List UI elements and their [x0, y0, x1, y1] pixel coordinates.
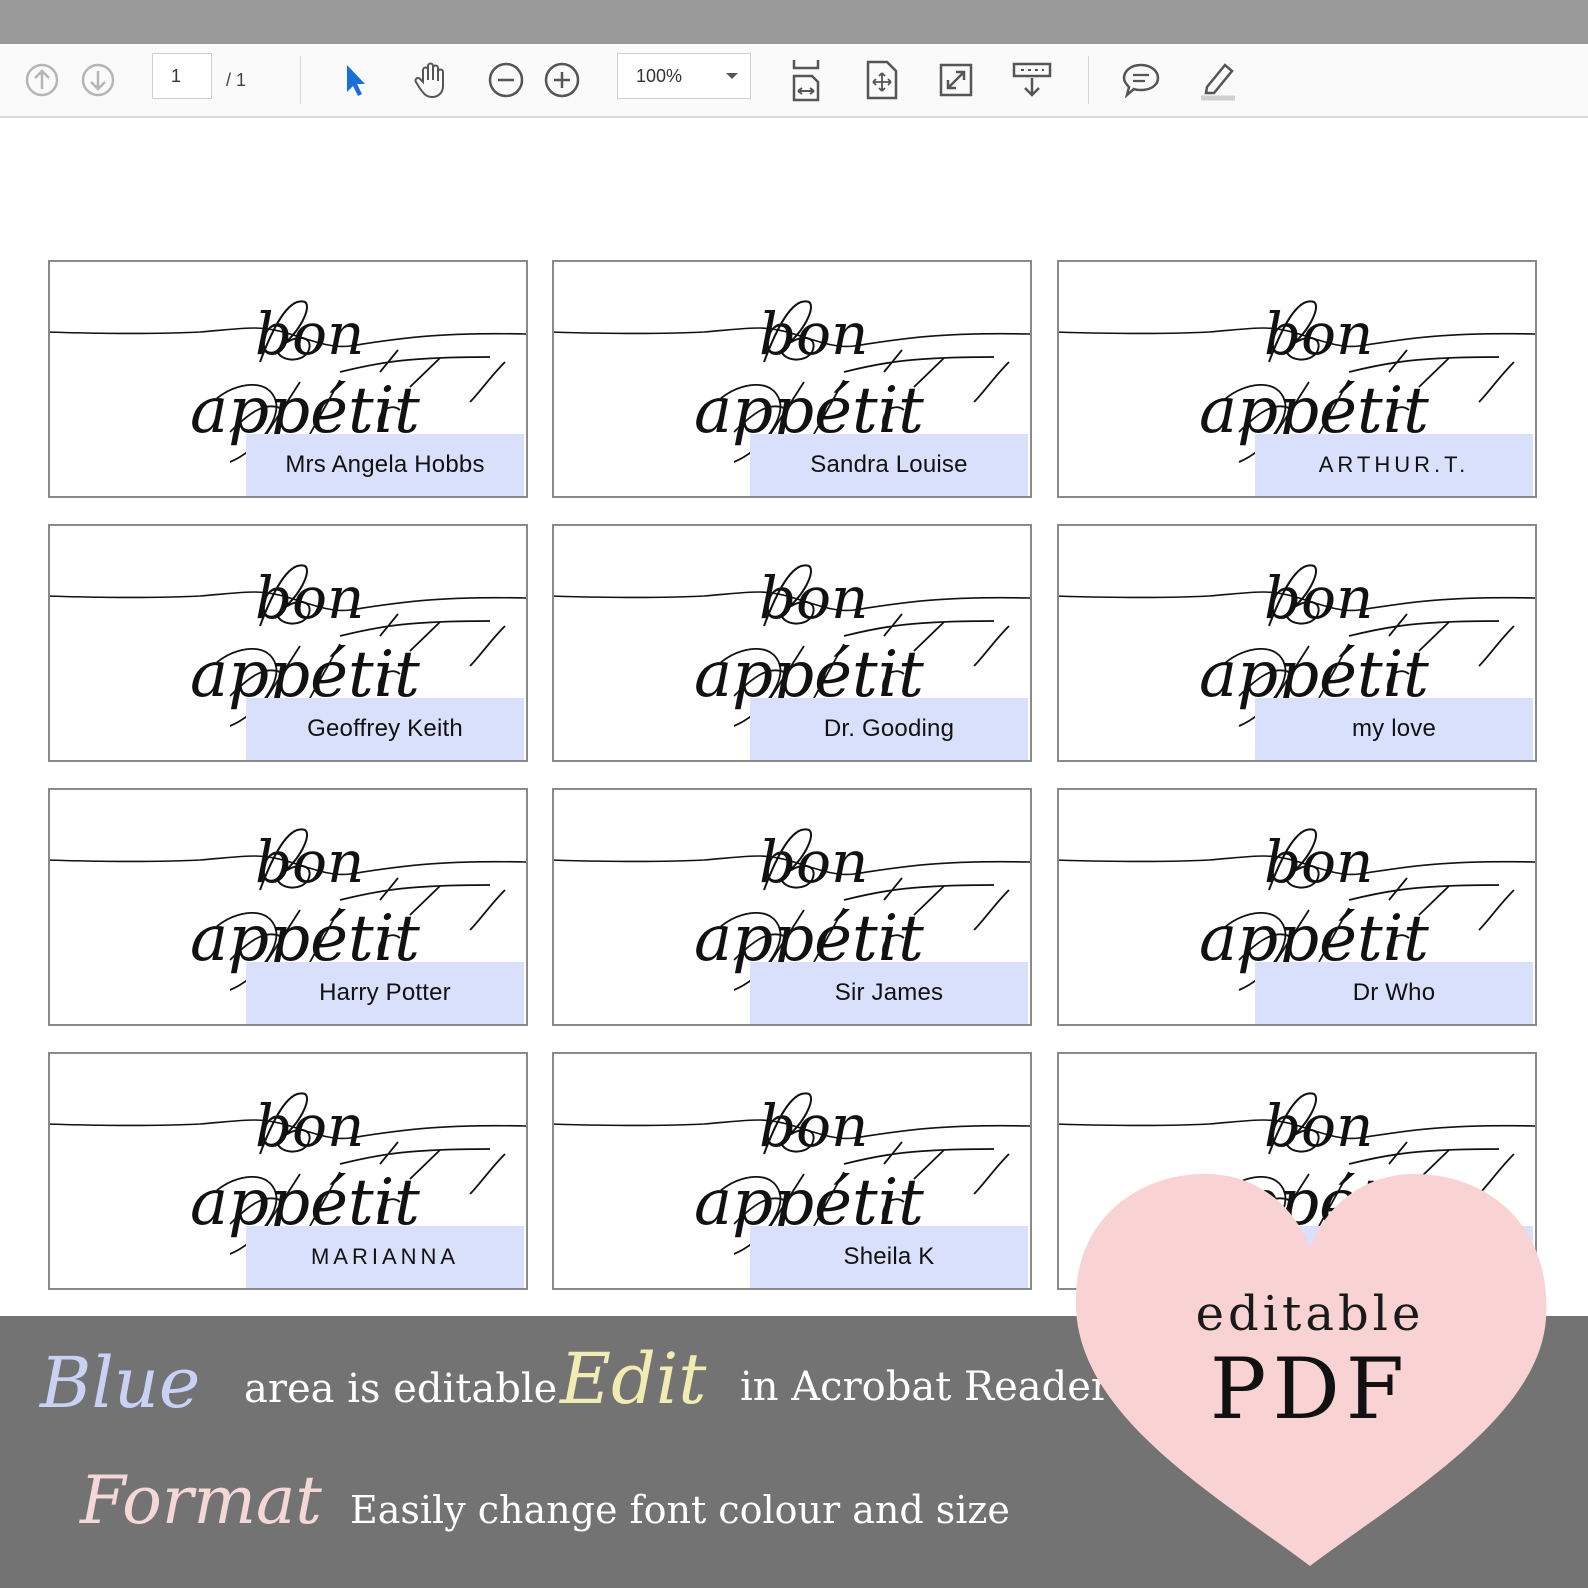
place-card: bon appétit Dr. Gooding: [552, 524, 1032, 762]
select-cursor-icon[interactable]: [338, 44, 374, 116]
place-card: bon appétit Dr Who: [1057, 788, 1537, 1026]
bon-text: bon: [759, 828, 868, 896]
toolbar-divider: [300, 56, 301, 104]
scroll-mode-icon[interactable]: [786, 44, 826, 116]
zoom-select[interactable]: 100%: [617, 53, 751, 99]
place-card: bon appétit my love: [1057, 524, 1537, 762]
place-card: bon appétit Mrs Angela Hobbs: [48, 260, 528, 498]
editable-name-field[interactable]: Sir James: [750, 962, 1028, 1024]
editable-name-field[interactable]: Sandra Louise: [750, 434, 1028, 496]
editable-name-field[interactable]: my love: [1255, 698, 1533, 760]
page-number-input[interactable]: 1: [152, 53, 212, 99]
place-card: bon appétit MARIANNA: [48, 1052, 528, 1290]
bon-text: bon: [255, 1092, 364, 1160]
bon-text: bon: [759, 300, 868, 368]
place-card: bon appétit ARTHUR.T.: [1057, 260, 1537, 498]
format-caption: Easily change font colour and size: [350, 1488, 1010, 1532]
editable-name-field[interactable]: Harry Potter: [246, 962, 524, 1024]
toolbar-divider: [1088, 56, 1089, 104]
badge-editable-text: editable: [1195, 1286, 1425, 1342]
bon-text: bon: [759, 1092, 868, 1160]
place-card: bon appétit Sandra Louise: [552, 260, 1032, 498]
editable-name-field[interactable]: ARTHUR.T.: [1255, 434, 1533, 496]
bon-text: bon: [255, 828, 364, 896]
edit-word: Edit: [560, 1338, 707, 1420]
page-total: / 1: [226, 69, 247, 90]
chevron-down-icon: [726, 73, 738, 79]
place-card: bon appétit Sir James: [552, 788, 1032, 1026]
window-top-bar: [0, 0, 1588, 44]
format-word: Format: [80, 1462, 322, 1539]
pdf-toolbar: 1 / 1 100%: [0, 44, 1588, 118]
blue-caption: area is editable: [244, 1366, 558, 1412]
pdf-page: bon appétit Mrs Angela Hobbs bon appétit…: [0, 118, 1588, 1318]
zoom-value: 100%: [636, 65, 683, 86]
zoom-in-icon[interactable]: [542, 44, 582, 116]
place-card: bon appétit Sheila K: [552, 1052, 1032, 1290]
badge-pdf-text: PDF: [1209, 1340, 1411, 1438]
blue-word: Blue: [40, 1342, 201, 1424]
editable-name-field[interactable]: Geoffrey Keith: [246, 698, 524, 760]
fullscreen-icon[interactable]: [936, 44, 976, 116]
editable-name-field[interactable]: MARIANNA: [246, 1226, 524, 1288]
editable-name-field[interactable]: Dr. Gooding: [750, 698, 1028, 760]
bon-text: bon: [255, 564, 364, 632]
bon-text: bon: [1264, 828, 1373, 896]
editable-name-field[interactable]: Mrs Angela Hobbs: [246, 434, 524, 496]
edit-caption: in Acrobat Reader: [740, 1364, 1111, 1410]
next-page-icon[interactable]: [80, 44, 116, 116]
comment-icon[interactable]: [1120, 44, 1162, 116]
bon-text: bon: [255, 300, 364, 368]
bon-text: bon: [1264, 1092, 1373, 1160]
page-fit-icon[interactable]: [862, 44, 902, 116]
place-card: bon appétit Geoffrey Keith: [48, 524, 528, 762]
hand-tool-icon[interactable]: [410, 44, 452, 116]
bon-text: bon: [1264, 564, 1373, 632]
highlight-icon[interactable]: [1194, 44, 1238, 116]
place-card: bon appétit Harry Potter: [48, 788, 528, 1026]
read-mode-icon[interactable]: [1010, 44, 1054, 116]
editable-name-field[interactable]: Dr Who: [1255, 962, 1533, 1024]
editable-name-field[interactable]: Sheila K: [750, 1226, 1028, 1288]
prev-page-icon[interactable]: [24, 44, 60, 116]
bon-text: bon: [759, 564, 868, 632]
bon-text: bon: [1264, 300, 1373, 368]
zoom-out-icon[interactable]: [486, 44, 526, 116]
